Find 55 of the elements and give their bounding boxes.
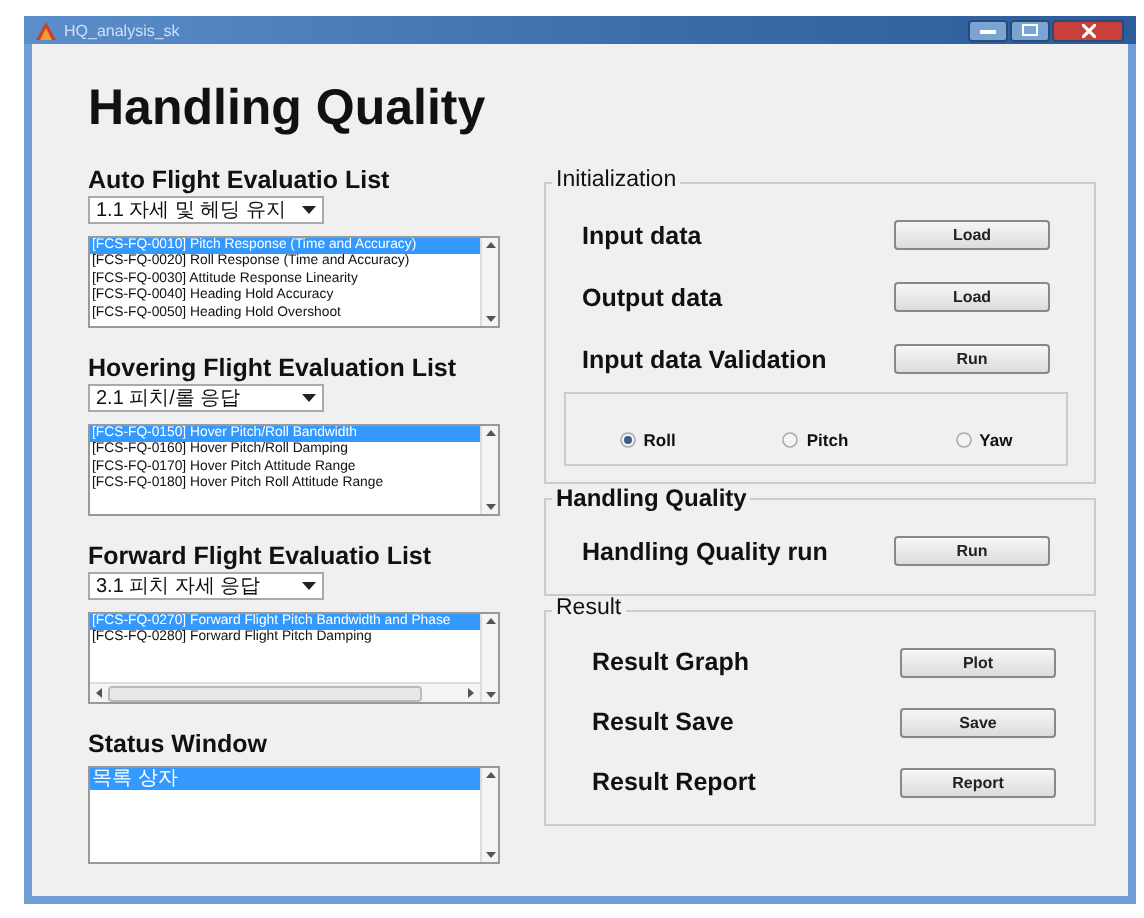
maximize-button[interactable] bbox=[1010, 19, 1050, 41]
section-heading: Hovering Flight Evaluation List bbox=[88, 354, 459, 384]
dropdown[interactable]: 2.1 피치/롤 응답 bbox=[88, 384, 324, 412]
close-button[interactable] bbox=[1052, 19, 1124, 41]
up-arrow-icon[interactable] bbox=[485, 430, 495, 436]
app-icon bbox=[36, 21, 56, 39]
row-label: Result Report bbox=[592, 768, 758, 796]
action-button[interactable]: Report bbox=[900, 767, 1056, 797]
section-heading: Status Window bbox=[88, 730, 269, 760]
up-arrow-icon[interactable] bbox=[485, 242, 495, 248]
down-arrow-icon[interactable] bbox=[485, 504, 495, 510]
radio-option[interactable]: Yaw bbox=[955, 429, 1013, 449]
section-heading: Forward Flight Evaluatio List bbox=[88, 542, 434, 572]
row-label: Result Graph bbox=[592, 648, 751, 676]
action-button[interactable]: Load bbox=[894, 220, 1050, 250]
radio-option[interactable]: Pitch bbox=[782, 429, 849, 449]
dropdown[interactable]: 1.1 자세 및 헤딩 유지 bbox=[88, 196, 324, 224]
group-title: Handling Quality bbox=[552, 484, 751, 512]
maximize-icon bbox=[1022, 24, 1038, 36]
window-title: HQ_analysis_sk bbox=[64, 21, 180, 39]
row-label: Input data Validation bbox=[582, 345, 829, 373]
vertical-scrollbar[interactable] bbox=[480, 426, 498, 514]
action-button[interactable]: Load bbox=[894, 282, 1050, 312]
group-title: Initialization bbox=[552, 168, 681, 192]
caret-icon bbox=[302, 582, 316, 590]
caret-icon bbox=[302, 206, 316, 214]
vertical-scrollbar[interactable] bbox=[480, 238, 498, 326]
up-arrow-icon[interactable] bbox=[485, 618, 495, 624]
group-title: Result bbox=[552, 596, 626, 620]
section-heading: Auto Flight Evaluatio List bbox=[88, 166, 392, 196]
horizontal-scrollbar[interactable] bbox=[90, 682, 480, 702]
caret-icon bbox=[302, 394, 316, 402]
vertical-scrollbar[interactable] bbox=[480, 768, 498, 862]
app-heading: Handling Quality bbox=[88, 80, 488, 140]
action-button[interactable]: Run bbox=[894, 344, 1050, 374]
row-label: Handling Quality run bbox=[582, 537, 830, 565]
list-box[interactable] bbox=[88, 236, 500, 328]
right-arrow-icon[interactable] bbox=[468, 688, 474, 698]
down-arrow-icon[interactable] bbox=[485, 316, 495, 322]
action-button[interactable]: Save bbox=[900, 707, 1056, 737]
minimize-icon bbox=[980, 26, 996, 34]
action-button[interactable]: Plot bbox=[900, 647, 1056, 677]
close-icon bbox=[1081, 23, 1095, 37]
dropdown[interactable]: 3.1 피치 자세 응답 bbox=[88, 572, 324, 600]
radio-option[interactable]: Roll bbox=[619, 429, 676, 449]
left-arrow-icon[interactable] bbox=[96, 688, 102, 698]
row-label: Result Save bbox=[592, 708, 736, 736]
up-arrow-icon[interactable] bbox=[485, 772, 495, 778]
down-arrow-icon[interactable] bbox=[485, 852, 495, 858]
action-button[interactable]: Run bbox=[894, 536, 1050, 566]
row-label: Output data bbox=[582, 283, 725, 311]
vertical-scrollbar[interactable] bbox=[480, 614, 498, 702]
minimize-button[interactable] bbox=[968, 19, 1008, 41]
down-arrow-icon[interactable] bbox=[485, 692, 495, 698]
row-label: Input data bbox=[582, 221, 704, 249]
